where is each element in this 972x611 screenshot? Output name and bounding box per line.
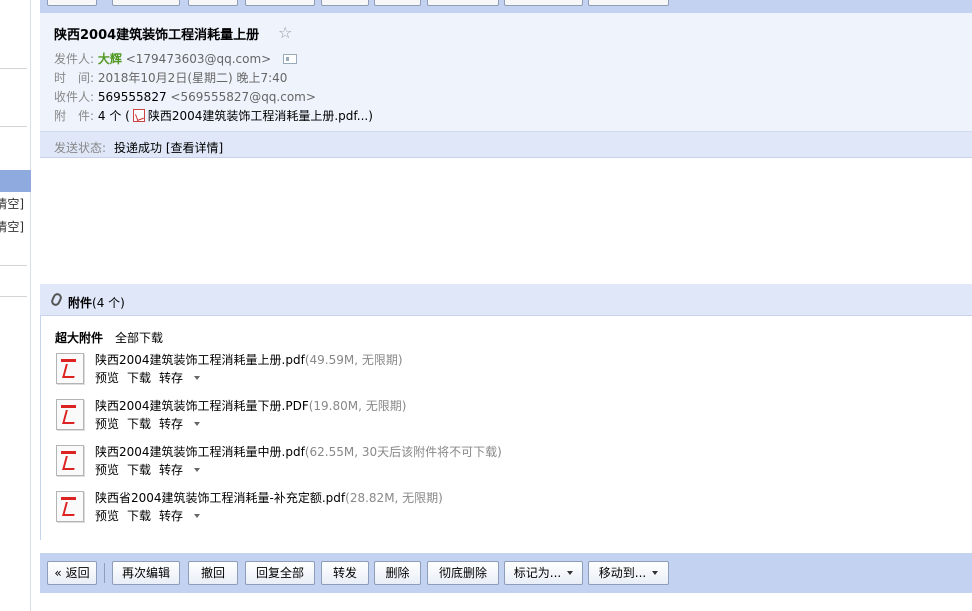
attachment-name[interactable]: 陕西2004建筑装饰工程消耗量中册.pdf(62.55M, 30天后该附件将不可… — [95, 443, 502, 460]
pdf-file-icon[interactable] — [56, 399, 84, 430]
recipient-name[interactable]: 569555827 — [98, 90, 167, 104]
toolbar-button-partial[interactable] — [188, 0, 238, 6]
toolbar-button-partial[interactable] — [321, 0, 369, 6]
download-link[interactable]: 下载 — [127, 371, 151, 385]
status-value[interactable]: 投递成功 [查看详情] — [114, 139, 223, 156]
mail-header: 陕西2004建筑装饰工程消耗量上册 ☆ 发件人: 大辉 <179473603@q… — [40, 13, 972, 131]
download-link[interactable]: 下载 — [127, 417, 151, 431]
dropdown-arrow-icon — [652, 571, 659, 575]
pdf-file-icon[interactable] — [56, 353, 84, 384]
attachments-panel: 超大附件 全部下载 陕西2004建筑装饰工程消耗量上册.pdf(49.59M, … — [40, 316, 972, 540]
attachment-actions: 预览 下载 转存 — [95, 415, 216, 432]
dropdown-arrow-icon — [194, 376, 201, 380]
download-all-link[interactable]: 全部下载 — [115, 329, 163, 346]
save-to-link[interactable]: 转存 — [159, 371, 208, 385]
download-link[interactable]: 下载 — [127, 463, 151, 477]
attachment-summary-link[interactable]: 陕西2004建筑装饰工程消耗量上册.pdf...) — [148, 109, 373, 123]
mail-read-pane: 陕西2004建筑装饰工程消耗量上册 ☆ 发件人: 大辉 <179473603@q… — [40, 0, 972, 611]
sender-address: <179473603@qq.com> — [125, 52, 272, 66]
attachment-item: 陕西省2004建筑装饰工程消耗量-补充定额.pdf(28.82M, 无限期) 预… — [55, 489, 955, 529]
paperclip-icon — [49, 291, 64, 308]
to-row: 收件人: 569555827 <569555827@qq.com> — [54, 88, 316, 105]
delete-button[interactable]: 删除 — [374, 561, 421, 585]
clear-link[interactable]: 清空] — [0, 195, 24, 212]
attachment-row: 附 件: 4 个 ( 陕西2004建筑装饰工程消耗量上册.pdf...) — [54, 107, 373, 124]
selected-folder-highlight[interactable] — [0, 170, 31, 192]
attachments-header: 附件(4 个) — [40, 284, 972, 316]
save-to-link[interactable]: 转存 — [159, 417, 208, 431]
recall-button[interactable]: 撤回 — [188, 561, 238, 585]
toolbar-button-partial[interactable] — [47, 0, 97, 6]
pdf-icon — [132, 109, 145, 122]
sender-name[interactable]: 大辉 — [98, 52, 122, 66]
star-icon[interactable]: ☆ — [278, 23, 292, 42]
toolbar-button-partial[interactable] — [504, 0, 583, 6]
toolbar-button-partial[interactable] — [112, 0, 180, 6]
left-folder-panel: 清空] 清空] — [0, 0, 31, 611]
top-toolbar-partial — [40, 0, 972, 13]
save-to-link[interactable]: 转存 — [159, 463, 208, 477]
divider — [0, 265, 27, 266]
mark-as-dropdown[interactable]: 标记为... — [504, 561, 583, 585]
delete-permanently-button[interactable]: 彻底删除 — [427, 561, 499, 585]
dropdown-arrow-icon — [194, 514, 201, 518]
from-row: 发件人: 大辉 <179473603@qq.com> — [54, 50, 298, 67]
contact-card-icon[interactable] — [283, 54, 298, 64]
back-button[interactable]: « 返回 — [47, 561, 97, 585]
divider — [0, 126, 27, 127]
download-link[interactable]: 下载 — [127, 509, 151, 523]
divider — [0, 68, 27, 69]
preview-link[interactable]: 预览 — [95, 417, 119, 431]
preview-link[interactable]: 预览 — [95, 463, 119, 477]
time-label: 时 间: — [54, 71, 95, 85]
pdf-file-icon[interactable] — [56, 445, 84, 476]
attachment-label: 附 件: — [54, 109, 95, 123]
toolbar-button-partial[interactable] — [588, 0, 669, 6]
recipient-address: <569555827@qq.com> — [170, 90, 316, 104]
attachments-title: 附件(4 个) — [68, 296, 125, 310]
pdf-file-icon[interactable] — [56, 491, 84, 522]
mail-subject: 陕西2004建筑装饰工程消耗量上册 — [54, 28, 260, 43]
from-label: 发件人: — [54, 52, 95, 66]
dropdown-arrow-icon — [194, 422, 201, 426]
reedit-button[interactable]: 再次编辑 — [112, 561, 180, 585]
mail-body — [40, 158, 972, 284]
attachment-name[interactable]: 陕西省2004建筑装饰工程消耗量-补充定额.pdf(28.82M, 无限期) — [95, 489, 443, 506]
reply-all-button[interactable]: 回复全部 — [245, 561, 315, 585]
toolbar-separator — [104, 563, 105, 583]
attachment-item: 陕西2004建筑装饰工程消耗量上册.pdf(49.59M, 无限期) 预览 下载转… — [55, 351, 955, 391]
attachment-name[interactable]: 陕西2004建筑装饰工程消耗量上册.pdf(49.59M, 无限期) — [95, 351, 403, 368]
to-label: 收件人: — [54, 90, 95, 104]
clear-link[interactable]: 清空] — [0, 218, 24, 235]
save-to-link[interactable]: 转存 — [159, 509, 208, 523]
preview-link[interactable]: 预览 — [95, 509, 119, 523]
attachment-name[interactable]: 陕西2004建筑装饰工程消耗量下册.PDF(19.80M, 无限期) — [95, 397, 406, 414]
time-value: 2018年10月2日(星期二) 晚上7:40 — [97, 71, 288, 85]
toolbar-button-partial[interactable] — [427, 0, 499, 6]
toolbar-button-partial[interactable] — [374, 0, 421, 6]
toolbar-button-partial[interactable] — [245, 0, 315, 6]
move-to-dropdown[interactable]: 移动到... — [588, 561, 669, 585]
dropdown-arrow-icon — [194, 468, 201, 472]
attachment-actions: 预览 下载 转存 — [95, 369, 216, 386]
forward-button[interactable]: 转发 — [321, 561, 369, 585]
preview-link[interactable]: 预览 — [95, 371, 119, 385]
attachment-actions: 预览 下载 转存 — [95, 507, 216, 524]
attachment-count: 4 个 ( — [97, 109, 130, 123]
attachment-actions: 预览 下载 转存 — [95, 461, 216, 478]
large-attachment-label: 超大附件 — [55, 331, 104, 345]
divider — [0, 296, 27, 297]
status-label: 发送状态: — [54, 141, 107, 155]
time-row: 时 间: 2018年10月2日(星期二) 晚上7:40 — [54, 69, 287, 86]
attachment-item: 陕西2004建筑装饰工程消耗量下册.PDF(19.80M, 无限期) 预览 下载转… — [55, 397, 955, 437]
attachment-item: 陕西2004建筑装饰工程消耗量中册.pdf(62.55M, 30天后该附件将不可… — [55, 443, 955, 483]
dropdown-arrow-icon — [567, 571, 574, 575]
delivery-status-bar: 发送状态: 投递成功 [查看详情] — [40, 131, 972, 158]
bottom-toolbar: « 返回 再次编辑 撤回 回复全部 转发 删除 彻底删除 标记为... 移动到.… — [40, 553, 972, 593]
